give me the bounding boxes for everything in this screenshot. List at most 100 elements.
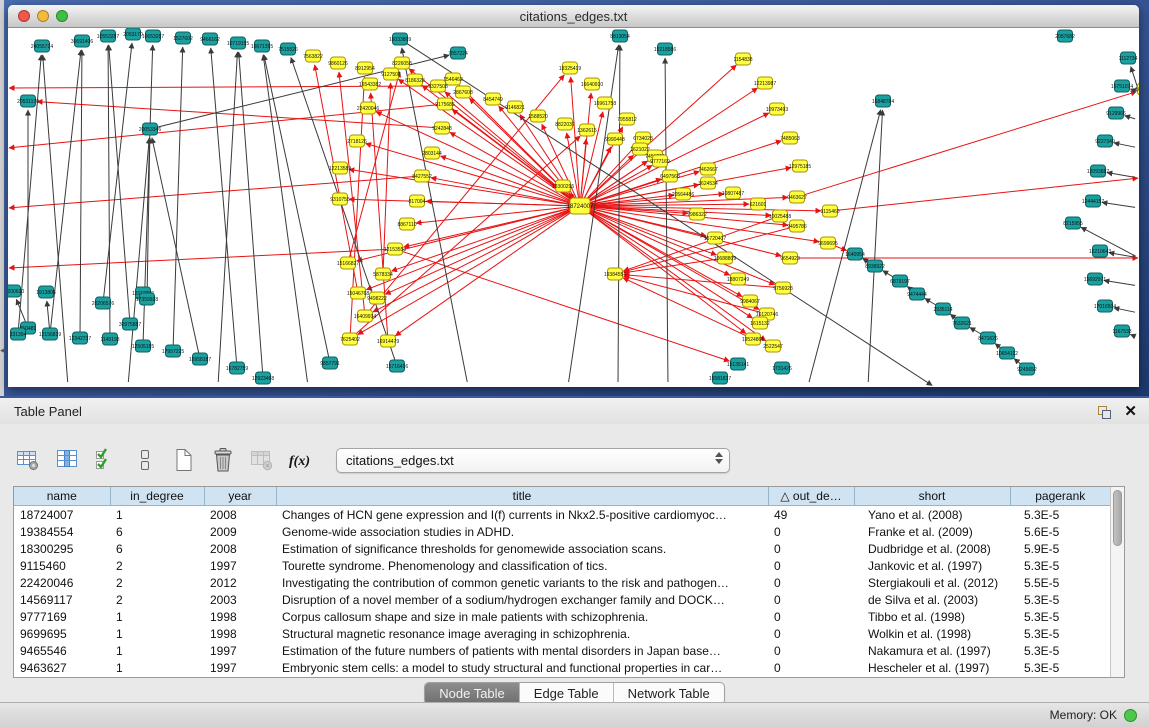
- graph-node[interactable]: 10688809: [714, 252, 736, 264]
- graph-node[interactable]: 8813054: [610, 30, 630, 42]
- graph-node[interactable]: 10654112: [996, 347, 1018, 359]
- graph-node[interactable]: 12505185: [132, 340, 154, 352]
- graph-node[interactable]: 12342737: [69, 332, 91, 344]
- graph-node[interactable]: 2803144: [422, 147, 442, 159]
- graph-node[interactable]: 10025488: [769, 210, 791, 222]
- window-titlebar[interactable]: citations_edges.txt: [8, 5, 1139, 28]
- graph-node[interactable]: 30691406: [71, 35, 93, 47]
- graph-node[interactable]: 9860126: [328, 57, 348, 69]
- graph-node[interactable]: 7485063: [780, 132, 800, 144]
- graph-node[interactable]: 18724007: [567, 198, 594, 214]
- column-header-year[interactable]: year: [204, 487, 276, 506]
- graph-node[interactable]: 1640954: [845, 248, 865, 260]
- table-row[interactable]: 969969511998Structural magnetic resonanc…: [14, 626, 1110, 643]
- graph-node[interactable]: 20206576: [92, 297, 114, 309]
- graph-node[interactable]: 1615413: [1135, 83, 1139, 95]
- table-row[interactable]: 1456911722003Disruption of a novel membe…: [14, 592, 1110, 609]
- graph-node[interactable]: 17359928: [136, 293, 158, 305]
- table-row[interactable]: 911546021997Tourette syndrome. Phenomeno…: [14, 557, 1110, 574]
- graph-node[interactable]: 12213987: [754, 77, 776, 89]
- graph-node[interactable]: 16640910: [581, 78, 603, 90]
- column-header-short[interactable]: short: [854, 487, 1010, 506]
- table-row[interactable]: 2242004622012Investigating the contribut…: [14, 574, 1110, 591]
- graph-node[interactable]: 2522547: [763, 340, 783, 352]
- graph-node[interactable]: 6734028: [633, 132, 653, 144]
- graph-node[interactable]: 16543382: [359, 78, 381, 90]
- graph-node[interactable]: 12153553: [384, 243, 406, 255]
- graph-node[interactable]: 9227349: [1095, 135, 1115, 147]
- graph-node[interactable]: 9474444: [907, 288, 927, 300]
- graph-node[interactable]: 8912954: [355, 62, 375, 74]
- graph-node[interactable]: 19524861: [742, 333, 764, 345]
- graph-node[interactable]: 19218586: [654, 43, 676, 55]
- select-column-button[interactable]: [53, 446, 81, 474]
- function-builder-button[interactable]: f(x): [287, 446, 315, 474]
- graph-node[interactable]: 7955812: [617, 113, 637, 125]
- graph-node[interactable]: 10653287: [142, 30, 164, 42]
- graph-node[interactable]: 12156819: [39, 328, 61, 340]
- table-row[interactable]: 946362711997Embryonic stem cells: a mode…: [14, 660, 1110, 677]
- column-header-in_degree[interactable]: in_degree: [110, 487, 204, 506]
- graph-node[interactable]: 16961758: [594, 97, 616, 109]
- graph-node[interactable]: 16958187: [189, 353, 211, 365]
- graph-node[interactable]: 9466162: [200, 33, 220, 45]
- graph-node[interactable]: 7857224: [448, 47, 468, 59]
- graph-node[interactable]: 2087682: [1055, 30, 1075, 42]
- new-column-button[interactable]: [170, 446, 198, 474]
- graph-node[interactable]: 9777169: [650, 155, 670, 167]
- graph-node[interactable]: 12213589: [329, 162, 351, 174]
- graph-node[interactable]: 1362615: [577, 124, 597, 136]
- graph-node[interactable]: 7632621: [952, 317, 972, 329]
- graph-node[interactable]: 9242848: [432, 122, 452, 134]
- column-header-name[interactable]: name: [14, 487, 110, 506]
- graph-node[interactable]: 16671355: [251, 40, 273, 52]
- graph-node[interactable]: 10973493: [766, 103, 788, 115]
- table-row[interactable]: 1938455462009Genome-wide association stu…: [14, 523, 1110, 540]
- graph-node[interactable]: 9857791: [320, 357, 340, 369]
- graph-node[interactable]: 8186328: [405, 74, 425, 86]
- graph-node[interactable]: 16848784: [872, 95, 894, 107]
- graph-node[interactable]: 2718126: [347, 135, 367, 147]
- graph-node[interactable]: 9129966: [1106, 107, 1126, 119]
- close-panel-icon[interactable]: ✕: [1124, 404, 1137, 419]
- graph-node[interactable]: 9699695: [818, 237, 838, 249]
- graph-node[interactable]: 9498222: [367, 292, 387, 304]
- graph-node[interactable]: 8226058: [392, 57, 412, 69]
- graph-node[interactable]: 817004: [409, 195, 426, 207]
- graph-node[interactable]: 8822037: [555, 118, 575, 130]
- table-row[interactable]: 977716911998Corpus callosum shape and si…: [14, 609, 1110, 626]
- graph-node[interactable]: 9654923: [780, 252, 800, 264]
- network-canvas[interactable]: 1872400724055724306914061055328720531701…: [8, 28, 1139, 387]
- tab-edge-table[interactable]: Edge Table: [520, 683, 614, 704]
- delete-column-button[interactable]: [209, 446, 237, 474]
- graph-node[interactable]: 9756928: [773, 282, 793, 294]
- graph-node[interactable]: 8938922: [865, 260, 885, 272]
- graph-node[interactable]: 9245652: [1017, 363, 1037, 375]
- graph-node[interactable]: 18300295: [552, 180, 574, 192]
- minimize-window-button[interactable]: [37, 10, 49, 22]
- graph-node[interactable]: 1913806: [36, 286, 56, 298]
- graph-node[interactable]: 16782759: [226, 362, 248, 374]
- graph-node[interactable]: 15046768: [347, 287, 369, 299]
- graph-node[interactable]: 15716416: [386, 360, 408, 372]
- table-row[interactable]: 1830029562008Estimation of significance …: [14, 540, 1110, 557]
- graph-node[interactable]: 10553287: [97, 30, 119, 42]
- graph-node[interactable]: 8867110: [397, 218, 416, 230]
- graph-node[interactable]: 15692971: [1084, 273, 1106, 285]
- graph-node[interactable]: 9984067: [740, 295, 760, 307]
- graph-node[interactable]: 20531170: [17, 95, 39, 107]
- graph-node[interactable]: 621601: [750, 198, 767, 210]
- graph-node[interactable]: 1154838: [733, 53, 752, 65]
- graph-node[interactable]: 16210643: [1089, 245, 1111, 257]
- graph-node[interactable]: 2053170: [123, 28, 143, 40]
- graph-node[interactable]: 2867608: [453, 86, 473, 98]
- graph-node[interactable]: 18325419: [559, 62, 581, 74]
- table-row[interactable]: 1872400712008Changes of HCN gene express…: [14, 506, 1110, 524]
- graph-node[interactable]: 12444157: [1082, 195, 1104, 207]
- graph-node[interactable]: 10719155: [227, 37, 249, 49]
- graph-node[interactable]: 2935114: [933, 303, 952, 315]
- graph-node[interactable]: 15166827: [337, 257, 359, 269]
- graph-node[interactable]: 15751074: [1111, 80, 1133, 92]
- graph-node[interactable]: 7515526: [278, 43, 298, 55]
- graph-node[interactable]: 1731426: [772, 362, 792, 374]
